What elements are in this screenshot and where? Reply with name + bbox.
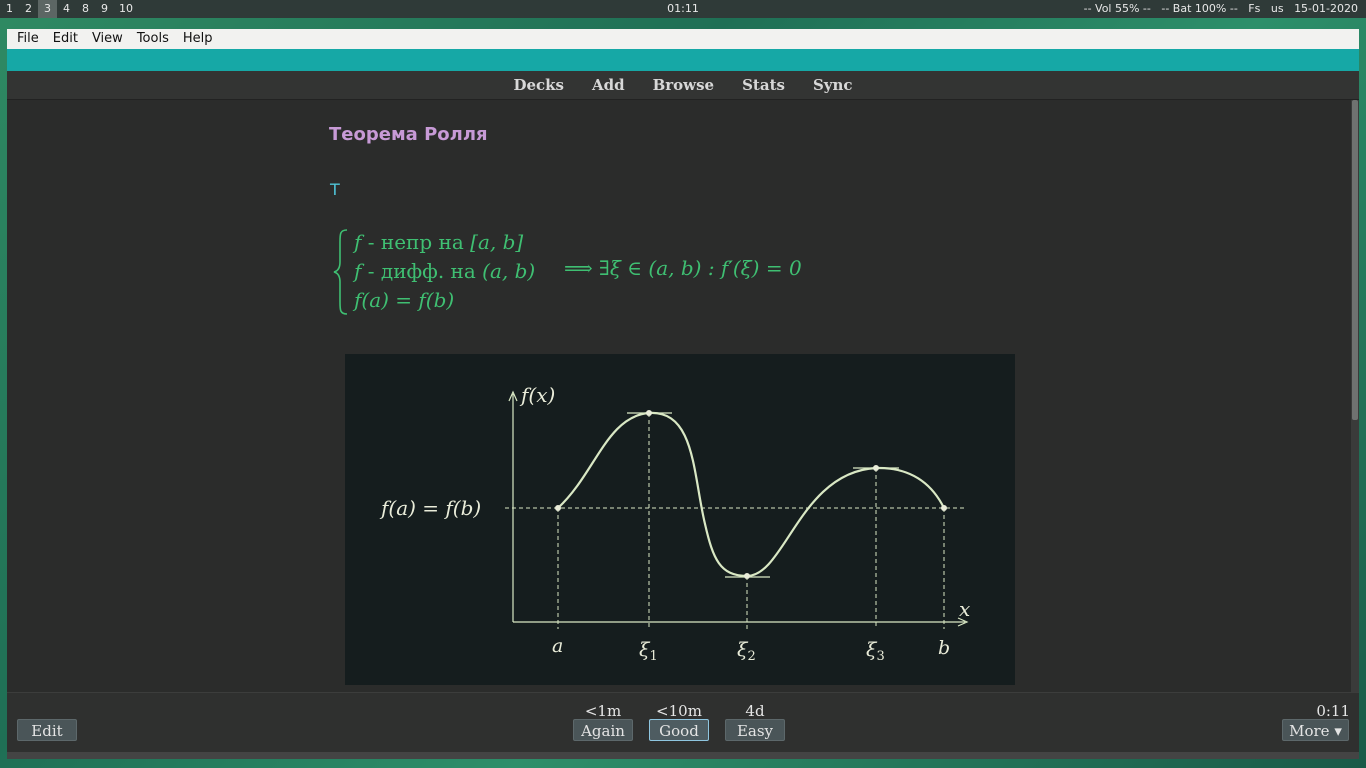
point-xi1 [646,410,652,416]
y-axis-label: f(x) [519,383,555,407]
toolbar-add[interactable]: Add [578,76,639,94]
menu-file[interactable]: File [11,29,45,49]
tick-label-b: b [938,637,950,659]
function-curve [557,411,945,578]
condition-continuous-text: - непр на [361,230,471,254]
again-interval: <1m [584,702,622,720]
condition-continuous-interval: [a, b] [470,230,524,254]
point-xi2 [744,573,750,579]
window-bottom-edge [7,752,1359,759]
again-button[interactable]: Again [573,719,633,741]
workspace-9[interactable]: 9 [95,0,114,18]
tick-label-xi1: ξ1 [639,639,658,664]
date: 15-01-2020 [1294,2,1358,15]
system-status: -- Vol 55% -- -- Bat 100% -- Fs us 15-01… [1084,0,1358,18]
more-button[interactable]: More ▾ [1282,719,1349,741]
tick-label-xi1-subscript: 1 [649,649,657,664]
battery-indicator: -- Bat 100% -- [1161,2,1238,15]
easy-interval: 4d [745,702,765,720]
tick-label-xi3-subscript: 3 [876,649,884,664]
condition-differentiable: f - дифф. на (a, b) [354,259,535,283]
workspace-4[interactable]: 4 [57,0,76,18]
good-interval: <10m [656,702,702,720]
card-scrollbar[interactable] [1351,100,1359,692]
menu-view[interactable]: View [86,29,129,49]
title-strip [7,49,1359,71]
workspace-1[interactable]: 1 [0,0,19,18]
workspace-3-active[interactable]: 3 [38,0,57,18]
conclusion: ⟹ ∃ξ ∈ (a, b) : f′(ξ) = 0 [564,256,802,280]
edit-button[interactable]: Edit [17,719,77,741]
volume-indicator: -- Vol 55% -- [1083,2,1151,15]
condition-equal-ends-text: f(a) = f(b) [354,288,455,312]
scrollbar-thumb[interactable] [1352,100,1358,420]
status-bar: 1 2 3 4 8 9 10 01:11 -- Vol 55% -- -- Ba… [0,0,1366,18]
tick-label-xi3: ξ3 [866,639,885,664]
card-view: Теорема Ролля T f - непр на [a, b] f - д… [7,100,1351,692]
workspace-2[interactable]: 2 [19,0,38,18]
toolbar-browse[interactable]: Browse [639,76,729,94]
toolbar-stats[interactable]: Stats [728,76,799,94]
keyboard-layout: us [1270,2,1284,15]
menu-edit[interactable]: Edit [47,29,84,49]
rolle-graph-svg: f(x) x f(a) = f(b) a ξ1 ξ2 ξ3 b [379,383,970,664]
menu-bar: File Edit View Tools Help [7,29,1359,49]
menu-help[interactable]: Help [177,29,219,49]
main-toolbar: Decks Add Browse Stats Sync [7,71,1359,100]
level-label: f(a) = f(b) [379,496,481,520]
tick-label-xi2: ξ2 [737,639,756,664]
menu-tools[interactable]: Tools [131,29,175,49]
toolbar-sync[interactable]: Sync [799,76,867,94]
condition-differentiable-interval: (a, b) [482,259,536,283]
review-timer: 0:11 [1316,702,1350,720]
anki-window: File Edit View Tools Help Decks Add Brow… [7,29,1359,759]
easy-button[interactable]: Easy [725,719,785,741]
flags-indicator: Fs [1248,2,1261,15]
workspace-list: 1 2 3 4 8 9 10 [0,0,138,18]
toolbar-decks[interactable]: Decks [499,76,578,94]
point-xi3 [873,465,879,471]
left-brace [333,229,348,315]
workspace-8[interactable]: 8 [76,0,95,18]
conclusion-text: ⟹ ∃ξ ∈ (a, b) : f′(ξ) = 0 [564,256,802,280]
rolle-graph: f(x) x f(a) = f(b) a ξ1 ξ2 ξ3 b [345,354,1015,685]
condition-differentiable-text: - дифф. на [361,259,483,283]
condition-equal-ends: f(a) = f(b) [354,288,454,312]
point-b [941,505,947,511]
card-title: Теорема Ролля [329,124,488,145]
workspace-10[interactable]: 10 [114,0,138,18]
card-field-letter: T [330,180,340,199]
tick-label-xi2-subscript: 2 [747,649,755,664]
condition-continuous: f - непр на [a, b] [354,230,523,254]
good-button[interactable]: Good [649,719,709,741]
review-bar: Edit <1m <10m 4d Again Good Easy 0:11 Mo… [7,692,1359,753]
point-a [555,505,561,511]
tick-label-a: a [552,635,563,657]
x-axis-label: x [959,597,970,621]
